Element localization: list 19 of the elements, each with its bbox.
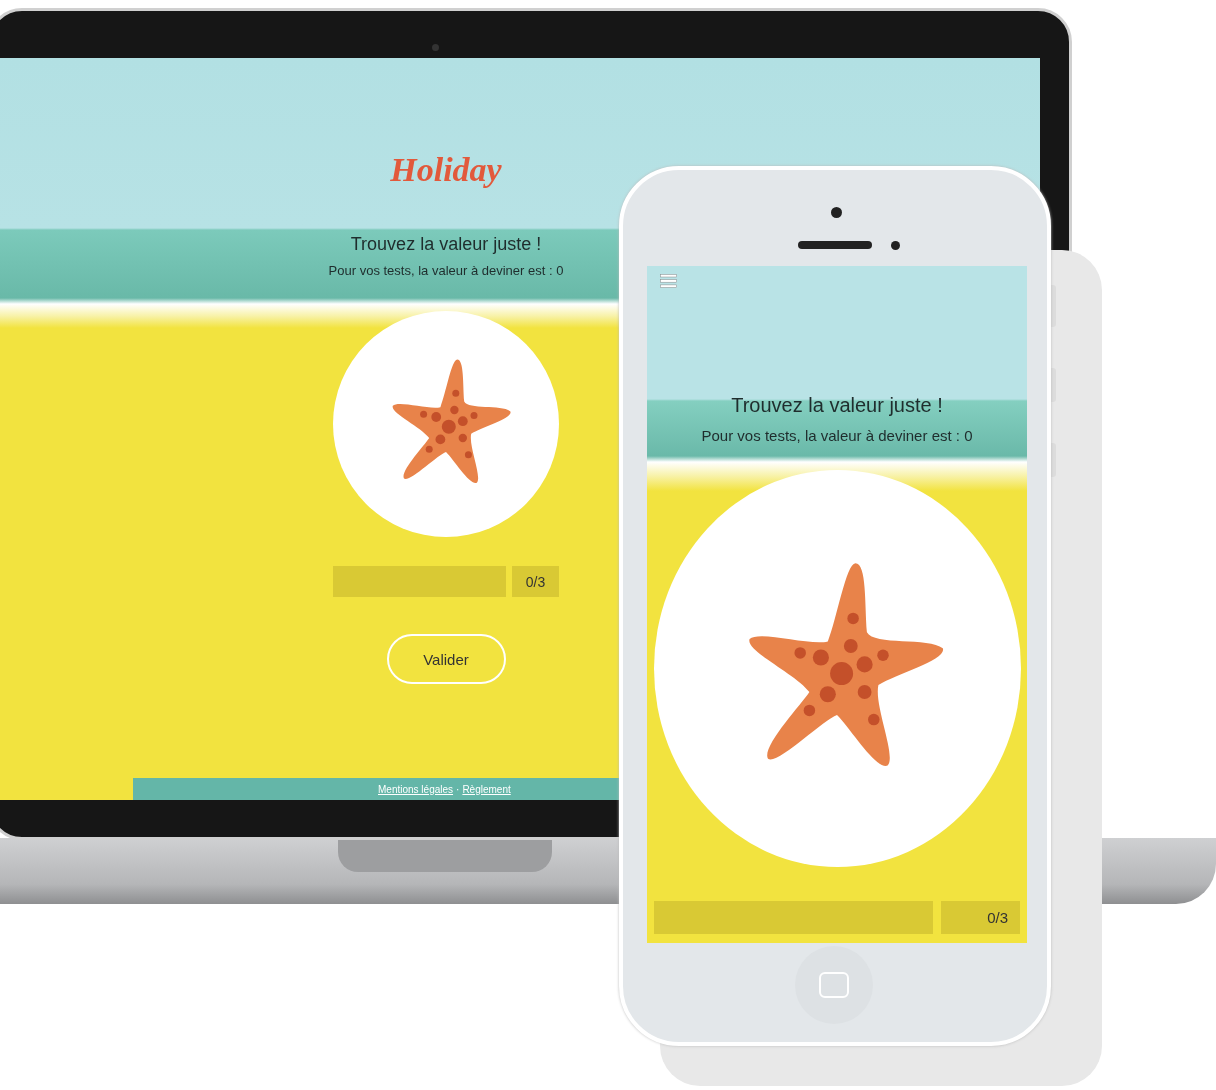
validate-button[interactable]: Valider xyxy=(386,634,506,684)
heading: Trouvez la valeur juste ! xyxy=(731,394,943,417)
menu-icon[interactable] xyxy=(660,274,677,288)
attempt-counter: 0/3 xyxy=(512,566,559,597)
camera-icon xyxy=(831,207,842,218)
sensor-icon xyxy=(891,241,900,250)
footer-link[interactable]: Mentions légales xyxy=(378,783,454,795)
logo: Holiday xyxy=(390,150,502,190)
input-field[interactable] xyxy=(333,566,506,597)
footer-link[interactable]: Règlement xyxy=(462,783,511,795)
separator: · xyxy=(456,783,460,795)
input-field[interactable] xyxy=(654,901,933,934)
speaker-icon xyxy=(798,241,872,249)
heading: Trouvez la valeur juste ! xyxy=(350,234,542,255)
webcam-icon xyxy=(432,44,439,51)
home-square-icon xyxy=(819,972,849,998)
hint-text: Pour vos tests, la valeur à deviner est : 0 xyxy=(701,427,973,444)
hint-text: Pour vos tests, la valeur à deviner est : 0 xyxy=(328,263,564,278)
attempt-counter: 0/3 xyxy=(941,901,1020,934)
